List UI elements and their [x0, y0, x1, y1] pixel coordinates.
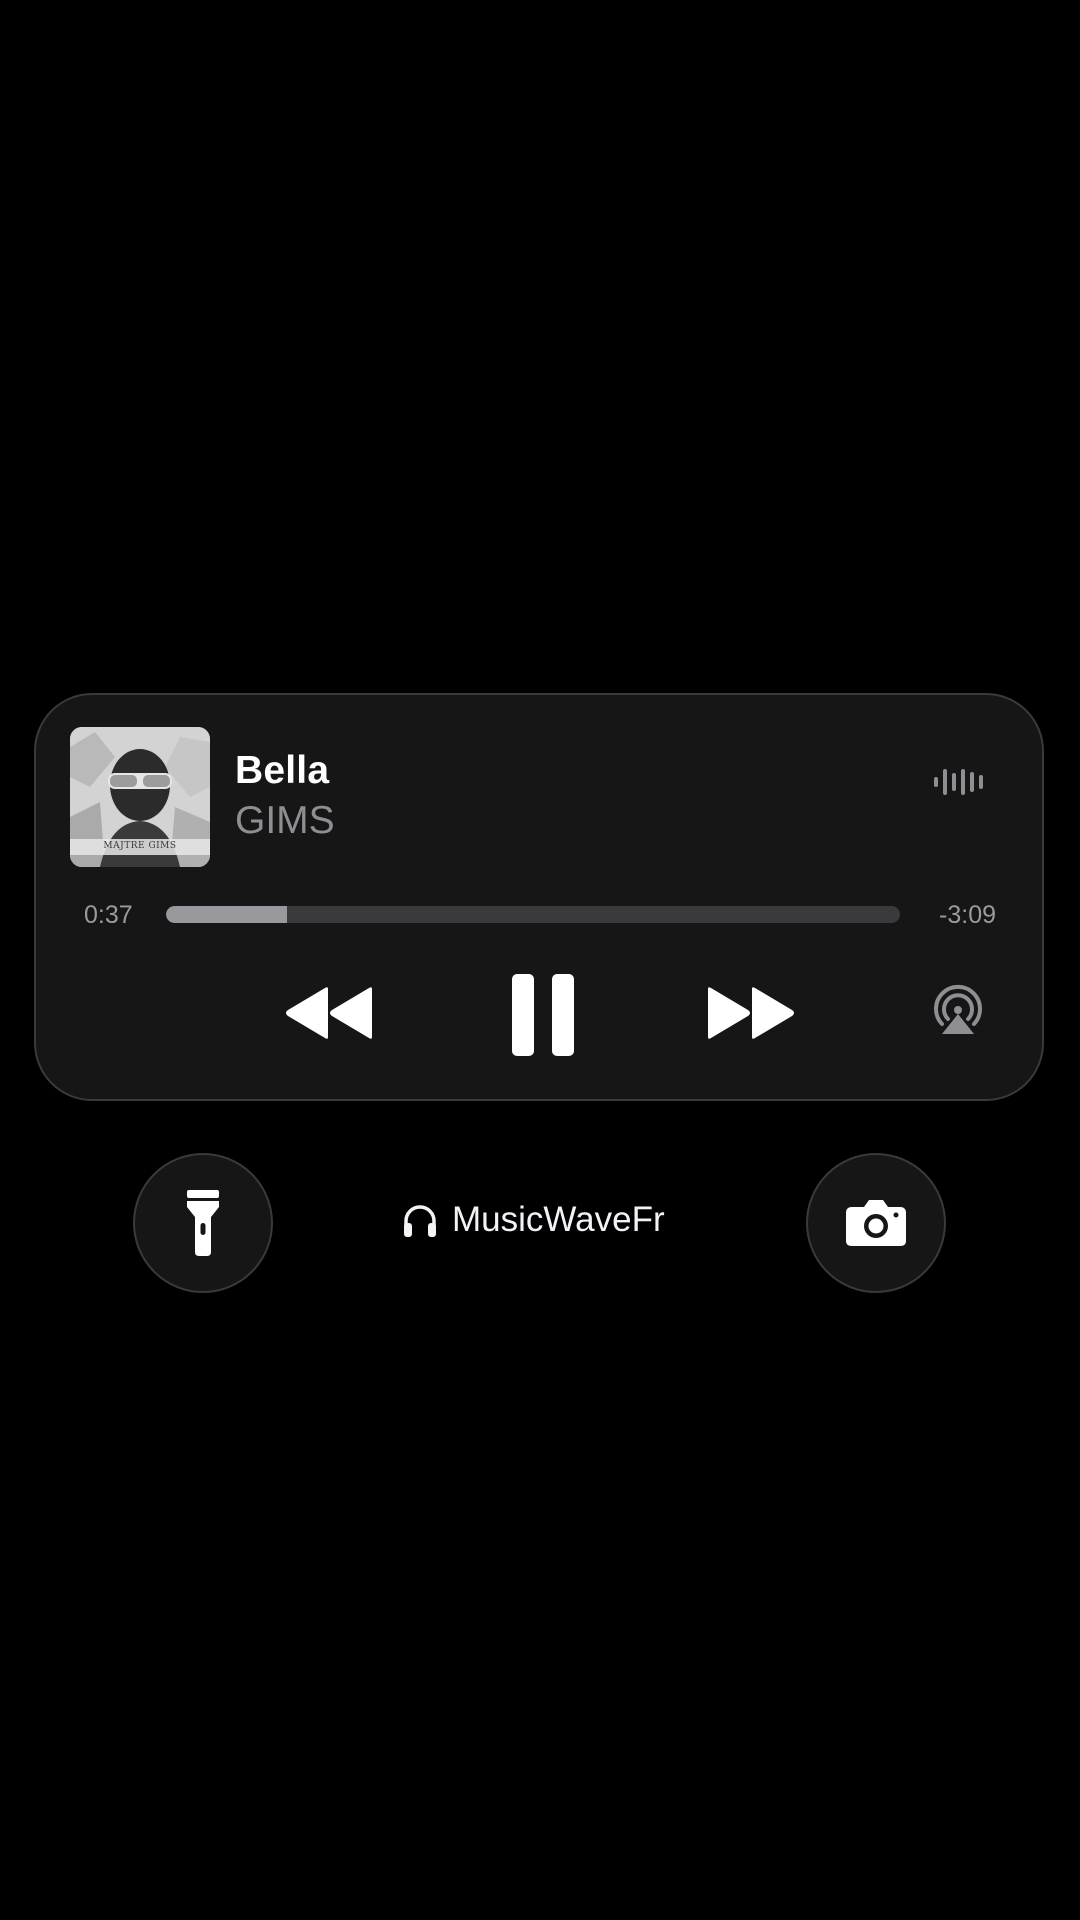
- rewind-button[interactable]: [284, 985, 374, 1041]
- airplay-icon: [934, 984, 982, 1034]
- watermark: MusicWaveFr: [400, 1200, 665, 1240]
- now-playing-widget: MAJTRE GIMS Bella GIMS 0:37 -3:09: [34, 693, 1044, 1101]
- headphones-icon: [404, 1205, 436, 1237]
- camera-icon: [846, 1200, 906, 1246]
- watermark-text: MusicWaveFr: [452, 1200, 665, 1239]
- time-elapsed: 0:37: [84, 901, 133, 929]
- progress-bar[interactable]: [166, 906, 900, 923]
- rewind-icon: [286, 987, 372, 1039]
- track-artist[interactable]: GIMS: [235, 799, 335, 843]
- lock-screen: MAJTRE GIMS Bella GIMS 0:37 -3:09 MusicW…: [0, 0, 1080, 1920]
- flashlight-icon: [187, 1190, 219, 1256]
- flashlight-button[interactable]: [133, 1153, 273, 1293]
- time-remaining: -3:09: [939, 901, 996, 929]
- airplay-button[interactable]: [930, 984, 986, 1040]
- album-artwork[interactable]: MAJTRE GIMS: [70, 727, 210, 867]
- fast-forward-icon: [708, 987, 794, 1039]
- fast-forward-button[interactable]: [706, 985, 796, 1041]
- audio-waveform-icon: [934, 769, 983, 795]
- album-art-caption: MAJTRE GIMS: [103, 841, 177, 851]
- pause-button[interactable]: [510, 974, 576, 1056]
- progress-fill: [166, 906, 288, 923]
- pause-icon: [512, 974, 574, 1056]
- track-title[interactable]: Bella: [235, 749, 329, 793]
- camera-button[interactable]: [806, 1153, 946, 1293]
